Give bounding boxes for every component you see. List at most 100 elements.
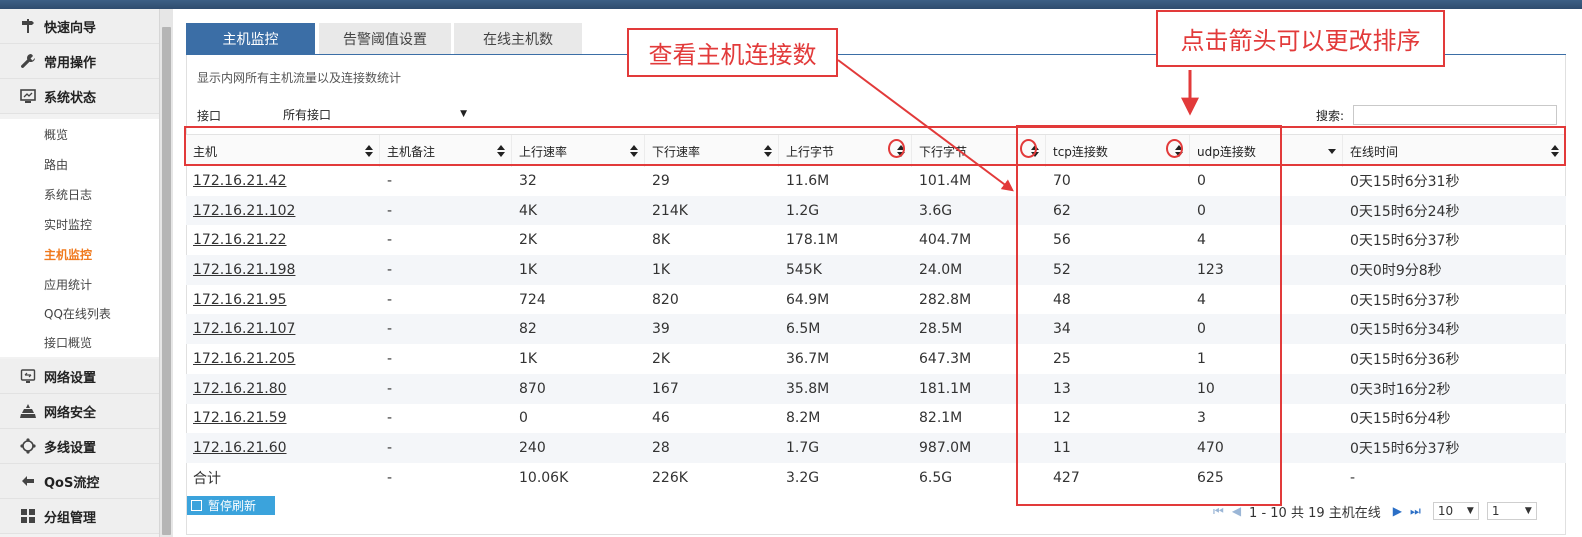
sidebar-group-network-settings[interactable]: 网络设置 — [0, 359, 159, 394]
host-link[interactable]: 172.16.21.95 — [186, 285, 380, 315]
sidebar-group-group-mgmt[interactable]: 分组管理 — [0, 499, 159, 534]
sidebar-group-common-ops[interactable]: 常用操作 — [0, 44, 159, 79]
cell-online-time: 0天15时6分37秒 — [1350, 233, 1460, 250]
sidebar-group-label: 分组管理 — [44, 510, 97, 526]
search-input[interactable] — [1353, 105, 1557, 125]
callout-view-connections: 查看主机连接数 — [627, 28, 838, 77]
cell-online-time: 0天15时6分4秒 — [1350, 411, 1451, 428]
save-icon — [191, 500, 202, 511]
sidebar-item-overview[interactable]: 概览 — [0, 119, 159, 149]
cell-online-time: 0天15时6分37秒 — [1350, 292, 1460, 309]
cell-host: 合计 — [193, 470, 221, 487]
network-icon — [20, 368, 36, 384]
sidebar-group-network-security[interactable]: 网络安全 — [0, 394, 159, 429]
cell-upload-rate: 0 — [519, 410, 528, 427]
tab-online-hosts[interactable]: 在线主机数 — [454, 23, 582, 55]
table-row: 172.16.21.22-2K 8K 178.1M 404.7M 56 4 0天15时6分3… — [186, 225, 1566, 255]
host-link[interactable]: 172.16.21.80 — [186, 374, 380, 404]
cell-upload-bytes: 6.5M — [786, 321, 821, 338]
tab-alert-threshold[interactable]: 告警阈值设置 — [319, 23, 451, 55]
sidebar-item-system-log[interactable]: 系统日志 — [0, 179, 159, 209]
sidebar-group-quick-guide[interactable]: 快速向导 — [0, 9, 159, 44]
sidebar-group-label: 网络安全 — [44, 405, 97, 421]
cell-upload-rate: 82 — [519, 321, 537, 338]
sidebar-scrollbar[interactable] — [159, 9, 173, 537]
callout-sort-hint: 点击箭头可以更改排序 — [1156, 10, 1445, 67]
table-body: 172.16.21.42-32 29 11.6M 101.4M 70 0 0天15时6分31… — [186, 166, 1566, 493]
sidebar-item-app-stats[interactable]: 应用统计 — [0, 269, 159, 299]
cell-host-remark: - — [387, 410, 393, 427]
cell-upload-rate: 10.06K — [519, 469, 569, 486]
dropdown-arrow-icon: ▼ — [1466, 506, 1474, 516]
cell-online-time: 0天15时6分36秒 — [1350, 351, 1460, 368]
sidebar-group-multiline[interactable]: 多线设置 — [0, 429, 159, 464]
interface-select[interactable]: 所有接口 ▼ — [281, 105, 467, 123]
page-description: 显示内网所有主机流量以及连接数统计 — [197, 71, 402, 85]
sidebar-group-qos[interactable]: QoS流控 — [0, 464, 159, 499]
cell-host-remark: - — [387, 172, 393, 189]
host-link[interactable]: 172.16.21.205 — [186, 344, 380, 374]
interface-select-value: 所有接口 — [283, 107, 332, 122]
table-row: 172.16.21.198-1K 1K 545K 24.0M 52 123 0天0时9分8秒 — [186, 255, 1566, 285]
cell-upload-bytes: 1.2G — [786, 202, 820, 219]
pause-refresh-label: 暂停刷新 — [208, 499, 257, 513]
cell-upload-bytes: 64.9M — [786, 291, 830, 308]
page-number-select[interactable]: 1 ▼ — [1486, 502, 1537, 520]
host-link[interactable]: 172.16.21.59 — [186, 404, 380, 434]
table-row: 172.16.21.95-724 820 64.9M 282.8M 48 4 0天15时6分… — [186, 285, 1566, 315]
host-link[interactable]: 172.16.21.107 — [186, 314, 380, 344]
cell-upload-rate: 2K — [519, 232, 538, 249]
cell-download-rate: 820 — [652, 291, 679, 308]
page-size-value: 10 — [1437, 504, 1454, 518]
annotation-connection-columns-box — [1016, 125, 1282, 506]
host-link[interactable]: 172.16.21.60 — [186, 433, 380, 463]
sidebar-group-label: 常用操作 — [44, 55, 97, 71]
cell-upload-bytes: 8.2M — [786, 410, 821, 427]
last-page-icon[interactable]: ⏭ — [1410, 504, 1421, 519]
cell-upload-rate: 724 — [519, 291, 546, 308]
prev-page-icon[interactable]: ◀ — [1232, 504, 1241, 518]
cell-upload-bytes: 3.2G — [786, 469, 820, 486]
cell-download-rate: 39 — [652, 321, 670, 338]
dropdown-arrow-icon: ▼ — [460, 109, 467, 119]
scrollbar-thumb[interactable] — [162, 27, 171, 535]
pause-refresh-button[interactable]: 暂停刷新 — [187, 496, 275, 515]
sidebar: 快速向导 常用操作 系统状态 概览 路由 系统日志 实时监控 主机监控 应用统计… — [0, 9, 159, 537]
qos-icon — [20, 473, 36, 489]
host-link[interactable]: 172.16.21.102 — [186, 196, 380, 226]
sidebar-item-qq-online[interactable]: QQ在线列表 — [0, 298, 159, 328]
host-link[interactable]: 172.16.21.198 — [186, 255, 380, 285]
table-row: 172.16.21.60-240 28 1.7G 987.0M 11 470 0天15时6分… — [186, 433, 1566, 463]
search-label: 搜索: — [1316, 109, 1345, 123]
cell-online-time: 0天15时6分31秒 — [1350, 173, 1460, 190]
cell-download-rate: 1K — [652, 261, 671, 278]
tab-host-monitor[interactable]: 主机监控 — [186, 23, 315, 55]
cell-download-rate: 46 — [652, 410, 670, 427]
cell-upload-rate: 1K — [519, 261, 538, 278]
sidebar-item-interface-overview[interactable]: 接口概览 — [0, 327, 159, 357]
sidebar-group-system-status[interactable]: 系统状态 — [0, 79, 159, 114]
cell-upload-bytes: 1.7G — [786, 440, 820, 457]
sidebar-group-label: QoS流控 — [44, 475, 100, 491]
cell-online-time: 0天3时16分2秒 — [1350, 381, 1451, 398]
top-banner — [0, 0, 1582, 9]
page-size-select[interactable]: 10 ▼ — [1432, 502, 1479, 520]
monitor-icon — [20, 88, 36, 104]
table-row: 172.16.21.102-4K 214K 1.2G 3.6G 62 0 0天15时6分24… — [186, 195, 1566, 226]
wrench-icon — [20, 53, 36, 69]
cell-host-remark: - — [387, 350, 393, 367]
cell-online-time: 0天15时6分24秒 — [1350, 203, 1460, 220]
table-total-row: 合计 -10.06K 226K 3.2G 6.5G 427 625- — [186, 463, 1566, 493]
sidebar-item-host-monitor[interactable]: 主机监控 — [0, 239, 159, 269]
sidebar-group-label: 系统状态 — [44, 90, 97, 106]
sidebar-item-realtime-monitor[interactable]: 实时监控 — [0, 209, 159, 239]
next-page-icon[interactable]: ▶ — [1393, 504, 1402, 518]
host-link[interactable]: 172.16.21.42 — [186, 166, 380, 196]
table-row: 172.16.21.80-870 167 35.8M 181.1M 13 10 0天3时16… — [186, 373, 1566, 404]
table-row: 172.16.21.107-82 39 6.5M 28.5M 34 0 0天15时6分34秒 — [186, 314, 1566, 345]
multiline-icon — [20, 438, 36, 454]
cell-online-time: - — [1350, 469, 1356, 486]
cell-download-rate: 28 — [652, 440, 670, 457]
sidebar-item-routing[interactable]: 路由 — [0, 149, 159, 179]
host-link[interactable]: 172.16.21.22 — [186, 225, 380, 255]
